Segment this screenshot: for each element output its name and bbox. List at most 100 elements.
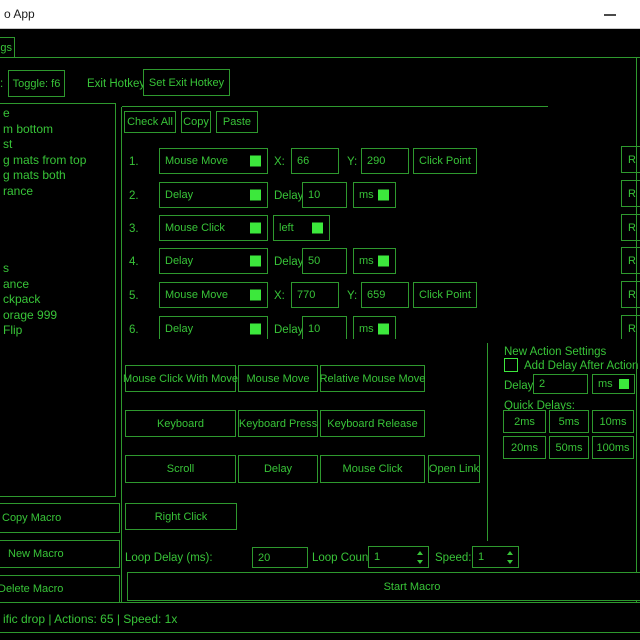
remove-action-button[interactable]: R (621, 281, 640, 308)
dropdown-indicator-icon (312, 223, 323, 234)
arrow-up-icon[interactable] (507, 551, 513, 555)
remove-action-button[interactable]: R (621, 315, 640, 339)
action-row-number: 1. (129, 155, 139, 169)
x-input[interactable]: 66 (291, 148, 339, 174)
mouse-button-dropdown[interactable]: left (273, 215, 330, 241)
x-input[interactable]: 770 (291, 282, 339, 308)
new-macro-button[interactable]: New Macro (0, 540, 120, 568)
palette-label: Relative Mouse Move (320, 373, 426, 385)
copy-button[interactable]: Copy (181, 111, 211, 133)
quick-delay-2ms-button[interactable]: 2ms (503, 410, 546, 433)
palette-label: Mouse Click (343, 463, 403, 475)
quick-delay-100ms-button[interactable]: 100ms (592, 436, 634, 459)
check-all-label: Check All (127, 116, 173, 128)
delay-label: Delay (274, 323, 303, 337)
copy-macro-button[interactable]: Copy Macro (0, 503, 120, 533)
dropdown-indicator-icon (250, 156, 261, 167)
quick-delay-20ms-button[interactable]: 20ms (503, 436, 546, 459)
delete-macro-button[interactable]: Delete Macro (0, 575, 120, 603)
nas-delay-input[interactable]: 2 (533, 374, 588, 394)
quick-delay-10ms-button[interactable]: 10ms (592, 410, 634, 433)
action-type-dropdown[interactable]: Mouse Click (159, 215, 268, 241)
action-type-value: Mouse Move (165, 155, 228, 167)
click-point-button[interactable]: Click Point (413, 148, 477, 174)
quick-delay-50ms-button[interactable]: 50ms (549, 436, 589, 459)
add-scroll-button[interactable]: Scroll (125, 455, 236, 483)
action-type-dropdown[interactable]: Delay (159, 316, 268, 339)
click-point-button[interactable]: Click Point (413, 282, 477, 308)
arrow-down-icon[interactable] (507, 560, 513, 564)
y-value: 659 (367, 289, 385, 301)
dropdown-indicator-icon (378, 256, 389, 267)
add-open-link-button[interactable]: Open Link (428, 455, 480, 483)
add-right-click-button[interactable]: Right Click (125, 503, 237, 530)
nas-delay-unit-dropdown[interactable]: ms (592, 374, 635, 394)
delay-input[interactable]: 50 (302, 248, 347, 274)
arrow-down-icon[interactable] (417, 560, 423, 564)
add-relative-mouse-move-button[interactable]: Relative Mouse Move (320, 365, 425, 392)
action-type-dropdown[interactable]: Mouse Move (159, 148, 268, 174)
tab-active[interactable]: gs (0, 37, 15, 58)
speed-stepper[interactable]: 1 (472, 546, 519, 568)
stepper-arrows[interactable] (504, 548, 516, 566)
add-mouse-move-button[interactable]: Mouse Move (238, 365, 318, 392)
remove-label: R (628, 222, 636, 234)
add-keyboard-release-button[interactable]: Keyboard Release (320, 410, 425, 437)
speed-value: 1 (478, 551, 484, 563)
dropdown-indicator-icon (250, 290, 261, 301)
dropdown-indicator-icon (619, 379, 629, 389)
remove-action-button[interactable]: R (621, 214, 640, 241)
action-type-value: Delay (165, 255, 193, 267)
palette-label: Delay (264, 463, 292, 475)
remove-label: R (628, 188, 636, 200)
dropdown-indicator-icon (378, 190, 389, 201)
y-input[interactable]: 290 (361, 148, 409, 174)
y-input[interactable]: 659 (361, 282, 409, 308)
delay-unit-dropdown[interactable]: ms (353, 248, 396, 274)
add-mouse-click-with-move-button[interactable]: Mouse Click With Move (125, 365, 236, 392)
loop-count-value: 1 (374, 551, 380, 563)
quick-delay-label: 10ms (600, 416, 627, 428)
minimize-icon[interactable] (604, 14, 616, 16)
delay-input[interactable]: 10 (302, 182, 347, 208)
nas-delay-unit-value: ms (598, 378, 613, 390)
remove-action-button[interactable]: R (621, 146, 640, 173)
stepper-arrows[interactable] (414, 548, 426, 566)
add-keyboard-button[interactable]: Keyboard (125, 410, 236, 437)
add-mouse-click-button[interactable]: Mouse Click (320, 455, 425, 483)
remove-action-button[interactable]: R (621, 247, 640, 274)
add-delay-after-action-checkbox[interactable] (504, 358, 518, 372)
action-type-dropdown[interactable]: Delay (159, 248, 268, 274)
delay-unit-value: ms (359, 323, 374, 335)
action-row-number: 3. (129, 222, 139, 236)
macro-app-window: o App gs : Toggle: f6 Exit Hotkey: Set E… (0, 0, 640, 640)
paste-button[interactable]: Paste (216, 111, 258, 133)
start-macro-button[interactable]: Start Macro (127, 572, 640, 601)
status-text: ific drop | Actions: 65 | Speed: 1x (3, 612, 177, 626)
delay-unit-dropdown[interactable]: ms (353, 182, 396, 208)
action-type-value: Mouse Move (165, 289, 228, 301)
quick-delay-5ms-button[interactable]: 5ms (549, 410, 589, 433)
delay-input[interactable]: 10 (302, 316, 347, 339)
arrow-up-icon[interactable] (417, 551, 423, 555)
copy-macro-label: Copy Macro (2, 512, 61, 524)
hotkey-label-fragment: : (0, 77, 3, 91)
add-delay-button[interactable]: Delay (238, 455, 318, 483)
check-all-button[interactable]: Check All (124, 111, 176, 133)
status-bar: ific drop | Actions: 65 | Speed: 1x (0, 602, 640, 633)
action-type-dropdown[interactable]: Mouse Move (159, 282, 268, 308)
loop-delay-input[interactable]: 20 (252, 547, 308, 568)
delay-unit-dropdown[interactable]: ms (353, 316, 396, 339)
toggle-hotkey-button[interactable]: Toggle: f6 (8, 70, 65, 97)
action-type-value: Mouse Click (165, 222, 225, 234)
set-exit-hotkey-button[interactable]: Set Exit Hotkey (143, 69, 230, 96)
remove-action-button[interactable]: R (621, 180, 640, 207)
delay-unit-value: ms (359, 189, 374, 201)
quick-delay-label: 2ms (514, 416, 535, 428)
action-row-number: 5. (129, 289, 139, 303)
action-type-dropdown[interactable]: Delay (159, 182, 268, 208)
nas-delay-value: 2 (539, 378, 545, 390)
loop-count-stepper[interactable]: 1 (368, 546, 429, 568)
add-keyboard-press-button[interactable]: Keyboard Press (238, 410, 318, 437)
mouse-button-value: left (279, 222, 294, 234)
